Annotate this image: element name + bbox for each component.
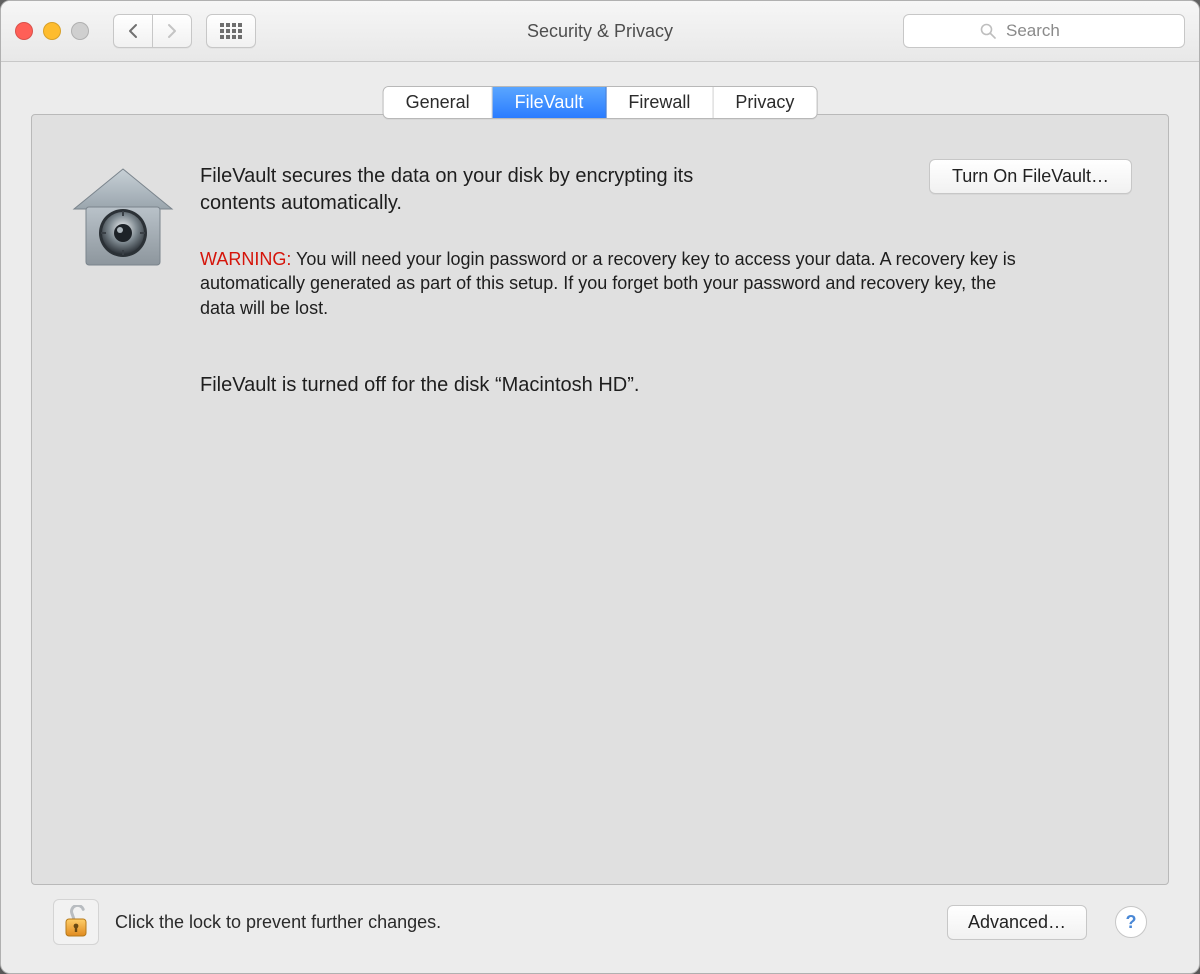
chevron-left-icon [127, 23, 139, 39]
body: General FileVault Firewall Privacy Turn … [1, 62, 1199, 973]
warning-label: WARNING: [200, 249, 291, 269]
zoom-window-button[interactable] [71, 22, 89, 40]
filevault-status: FileVault is turned off for the disk “Ma… [200, 374, 1132, 397]
filevault-icon [68, 163, 178, 273]
search-field[interactable] [903, 14, 1185, 48]
house-safe-icon [68, 163, 178, 273]
help-button[interactable]: ? [1115, 906, 1147, 938]
search-icon [980, 23, 996, 39]
back-button[interactable] [113, 14, 152, 48]
minimize-window-button[interactable] [43, 22, 61, 40]
advanced-button[interactable]: Advanced… [947, 905, 1087, 940]
grid-icon [220, 23, 242, 39]
lock-hint-text: Click the lock to prevent further change… [115, 912, 441, 933]
chevron-right-icon [166, 23, 178, 39]
nav-group [113, 14, 192, 48]
filevault-warning: WARNING: You will need your login passwo… [200, 247, 1020, 320]
close-window-button[interactable] [15, 22, 33, 40]
tab-privacy[interactable]: Privacy [713, 87, 816, 118]
filevault-panel: Turn On FileVault… [31, 114, 1169, 885]
window-controls [15, 22, 89, 40]
footer: Click the lock to prevent further change… [31, 885, 1169, 959]
turn-on-filevault-button[interactable]: Turn On FileVault… [929, 159, 1132, 194]
lock-button[interactable] [53, 899, 99, 945]
show-all-button[interactable] [206, 14, 256, 48]
filevault-text: FileVault secures the data on your disk … [200, 163, 1132, 397]
tab-general[interactable]: General [384, 87, 493, 118]
preferences-window: Security & Privacy General FileVault Fir… [0, 0, 1200, 974]
tab-firewall[interactable]: Firewall [606, 87, 713, 118]
tab-filevault[interactable]: FileVault [493, 87, 607, 118]
forward-button[interactable] [152, 14, 192, 48]
toolbar: Security & Privacy [1, 1, 1199, 62]
tab-bar: General FileVault Firewall Privacy [383, 86, 818, 119]
search-input[interactable] [1004, 20, 1108, 42]
filevault-headline: FileVault secures the data on your disk … [200, 163, 720, 217]
unlocked-padlock-icon [61, 905, 91, 939]
warning-text: You will need your login password or a r… [200, 249, 1016, 318]
